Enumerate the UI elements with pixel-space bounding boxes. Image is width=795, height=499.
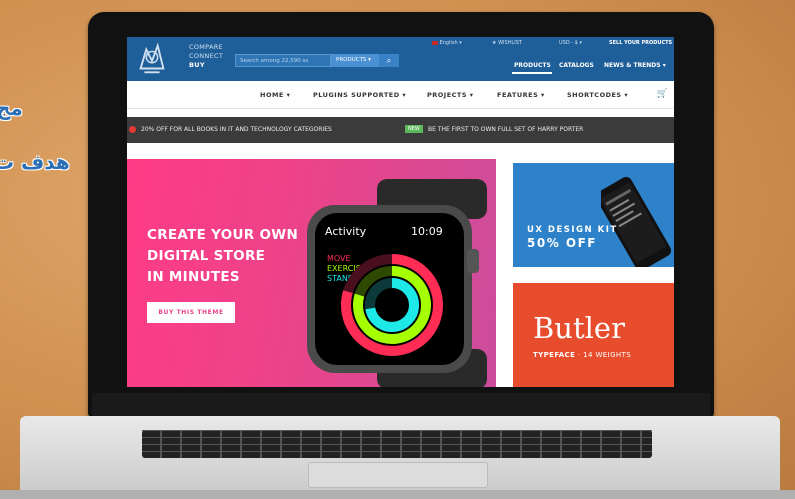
watch-app-name: Activity [325,225,367,238]
background-arabic-line-1: مج [0,96,23,120]
nav-projects[interactable]: PROJECTS ▾ [427,91,474,99]
laptop-trackpad [308,462,488,488]
hero-banner[interactable]: CREATE YOUR OWN DIGITAL STORE IN MINUTES… [127,159,496,387]
language-label: English [439,40,458,46]
butler-title: Butler [533,311,625,345]
nav-shortcodes-label: SHORTCODES [567,91,622,99]
ux-design-kit-label: UX DESIGN KIT [527,225,618,235]
search-icon: ⌕ [386,56,392,65]
nav-active-indicator [512,72,552,74]
search-category-select[interactable]: PRODUCTS ▾ [331,54,379,67]
laptop-screen: COMPARE CONNECT BUY Search among 22,590 … [127,37,674,387]
hero-title-line-3: IN MINUTES [147,269,240,285]
logo-line-buy: BUY [189,61,205,69]
search-category-label: PRODUCTS [336,57,367,63]
nav-features-label: FEATURES [497,91,539,99]
hero-title: CREATE YOUR OWN DIGITAL STORE IN MINUTES [147,225,298,288]
laptop-foot [0,490,795,499]
currency-label: USD - $ [559,40,578,46]
nav-features[interactable]: FEATURES ▾ [497,91,545,99]
spacer [127,143,674,159]
search-button[interactable]: ⌕ [379,54,399,67]
watch-time: 10:09 [411,225,443,238]
butler-subtitle-rest: · 14 WEIGHTS [575,351,632,359]
star-icon: ★ [492,40,497,46]
buy-theme-button[interactable]: BUY THIS THEME [147,302,235,323]
logo-line-connect: CONNECT [189,52,224,60]
butler-typeface-banner[interactable]: Butler TYPEFACE · 14 WEIGHTS [513,283,674,387]
nav-shortcodes[interactable]: SHORTCODES ▾ [567,91,628,99]
nav-plugins-label: PLUGINS SUPPORTED [313,91,400,99]
laptop-keyboard [142,430,652,458]
nav-products[interactable]: PRODUCTS [514,62,551,69]
site-header: COMPARE CONNECT BUY Search among 22,590 … [127,37,674,81]
language-select[interactable]: English ▾ [432,40,462,46]
promo-bar: 20% OFF FOR ALL BOOKS IN IT AND TECHNOLO… [127,117,674,143]
ux-tile-text: UX DESIGN KIT 50% OFF [527,225,618,250]
nav-home[interactable]: HOME ▾ [260,91,290,99]
sell-products-link[interactable]: SELL YOUR PRODUCTS [609,40,672,46]
secondary-nav: HOME ▾ PLUGINS SUPPORTED ▾ PROJECTS ▾ FE… [127,81,674,109]
cart-icon[interactable]: 🛒 [657,89,668,99]
promo-text-books[interactable]: 20% OFF FOR ALL BOOKS IN IT AND TECHNOLO… [141,126,332,133]
nav-home-label: HOME [260,91,284,99]
wishlist-label: WISHLIST [498,40,522,46]
currency-select[interactable]: USD - $ ▾ [559,40,582,46]
new-badge: NEW [405,125,423,133]
nav-projects-label: PROJECTS [427,91,468,99]
logo-line-compare: COMPARE [189,43,223,51]
ux-design-kit-banner[interactable]: UX DESIGN KIT 50% OFF [513,163,674,267]
background-arabic-line-2: هدف ت [0,150,70,174]
laptop-bezel-bottom [92,393,710,417]
logo-text[interactable]: COMPARE CONNECT BUY [189,43,223,70]
watch-move-label: MOVE [327,254,351,263]
phone-image [601,176,671,267]
nav-news-trends-label: NEWS & TRENDS [604,62,661,69]
nav-plugins-supported[interactable]: PLUGINS SUPPORTED ▾ [313,91,406,99]
logo-icon[interactable] [133,40,171,78]
promo-text-harry-porter[interactable]: BE THE FIRST TO OWN FULL SET OF HARRY PO… [428,126,583,133]
smartwatch-image: Activity 10:09 MOVE EXERCISE STAND [307,179,487,387]
butler-subtitle-bold: TYPEFACE [533,351,576,359]
nav-news-trends[interactable]: NEWS & TRENDS ▾ [604,62,666,69]
ux-discount-label: 50% OFF [527,236,597,250]
promo-dot-icon [129,126,136,133]
hero-title-line-2: DIGITAL STORE [147,248,266,264]
hero-title-line-1: CREATE YOUR OWN [147,227,299,243]
wishlist-link[interactable]: ★ WISHLIST [492,40,522,46]
nav-catalogs[interactable]: CATALOGS [559,62,594,69]
search-input[interactable]: Search among 22,590 ss [235,54,331,67]
flag-icon [432,40,438,45]
butler-subtitle: TYPEFACE · 14 WEIGHTS [533,351,631,359]
